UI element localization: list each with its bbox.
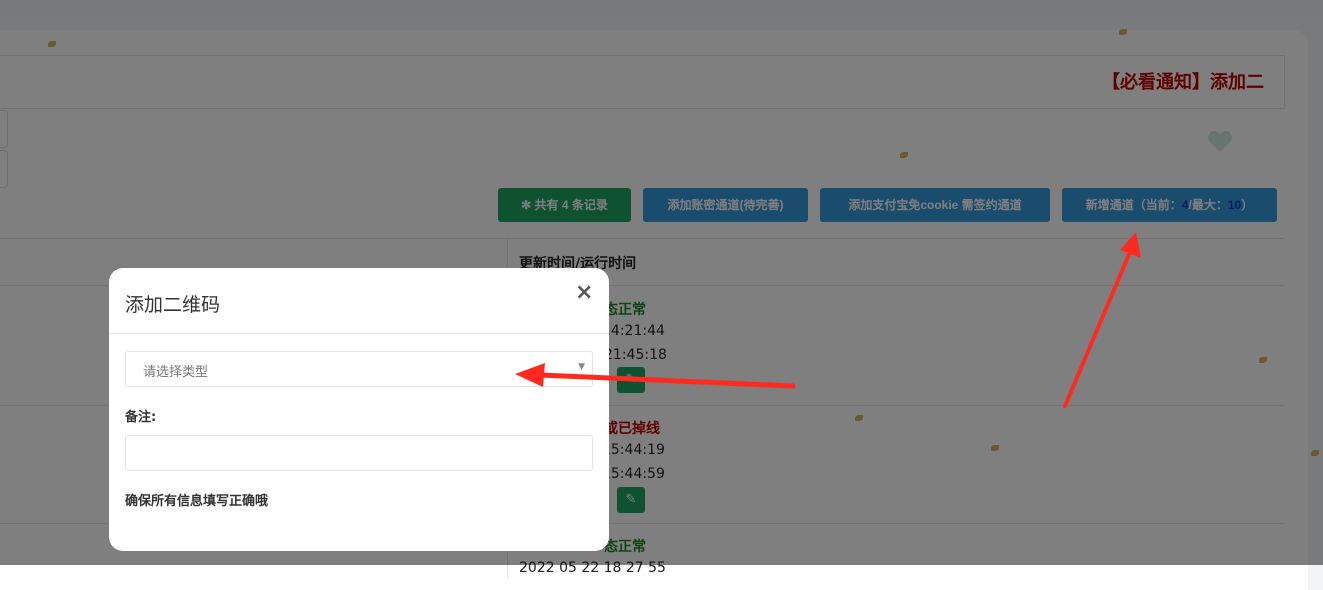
add-qrcode-modal: 添加二维码 × 请选择类型 ▼ 备注: 确保所有信息填写正确哦: [109, 268, 609, 551]
type-select[interactable]: 请选择类型 ▼: [125, 351, 593, 387]
modal-title: 添加二维码: [125, 294, 221, 316]
modal-divider: [109, 333, 609, 334]
caret-down-icon: ▼: [578, 362, 585, 372]
confirm-note: 确保所有信息填写正确哦: [125, 494, 269, 509]
remark-input[interactable]: [125, 435, 593, 471]
close-icon[interactable]: ×: [575, 280, 593, 305]
type-select-placeholder: 请选择类型: [143, 365, 209, 380]
remark-label: 备注:: [125, 410, 157, 425]
